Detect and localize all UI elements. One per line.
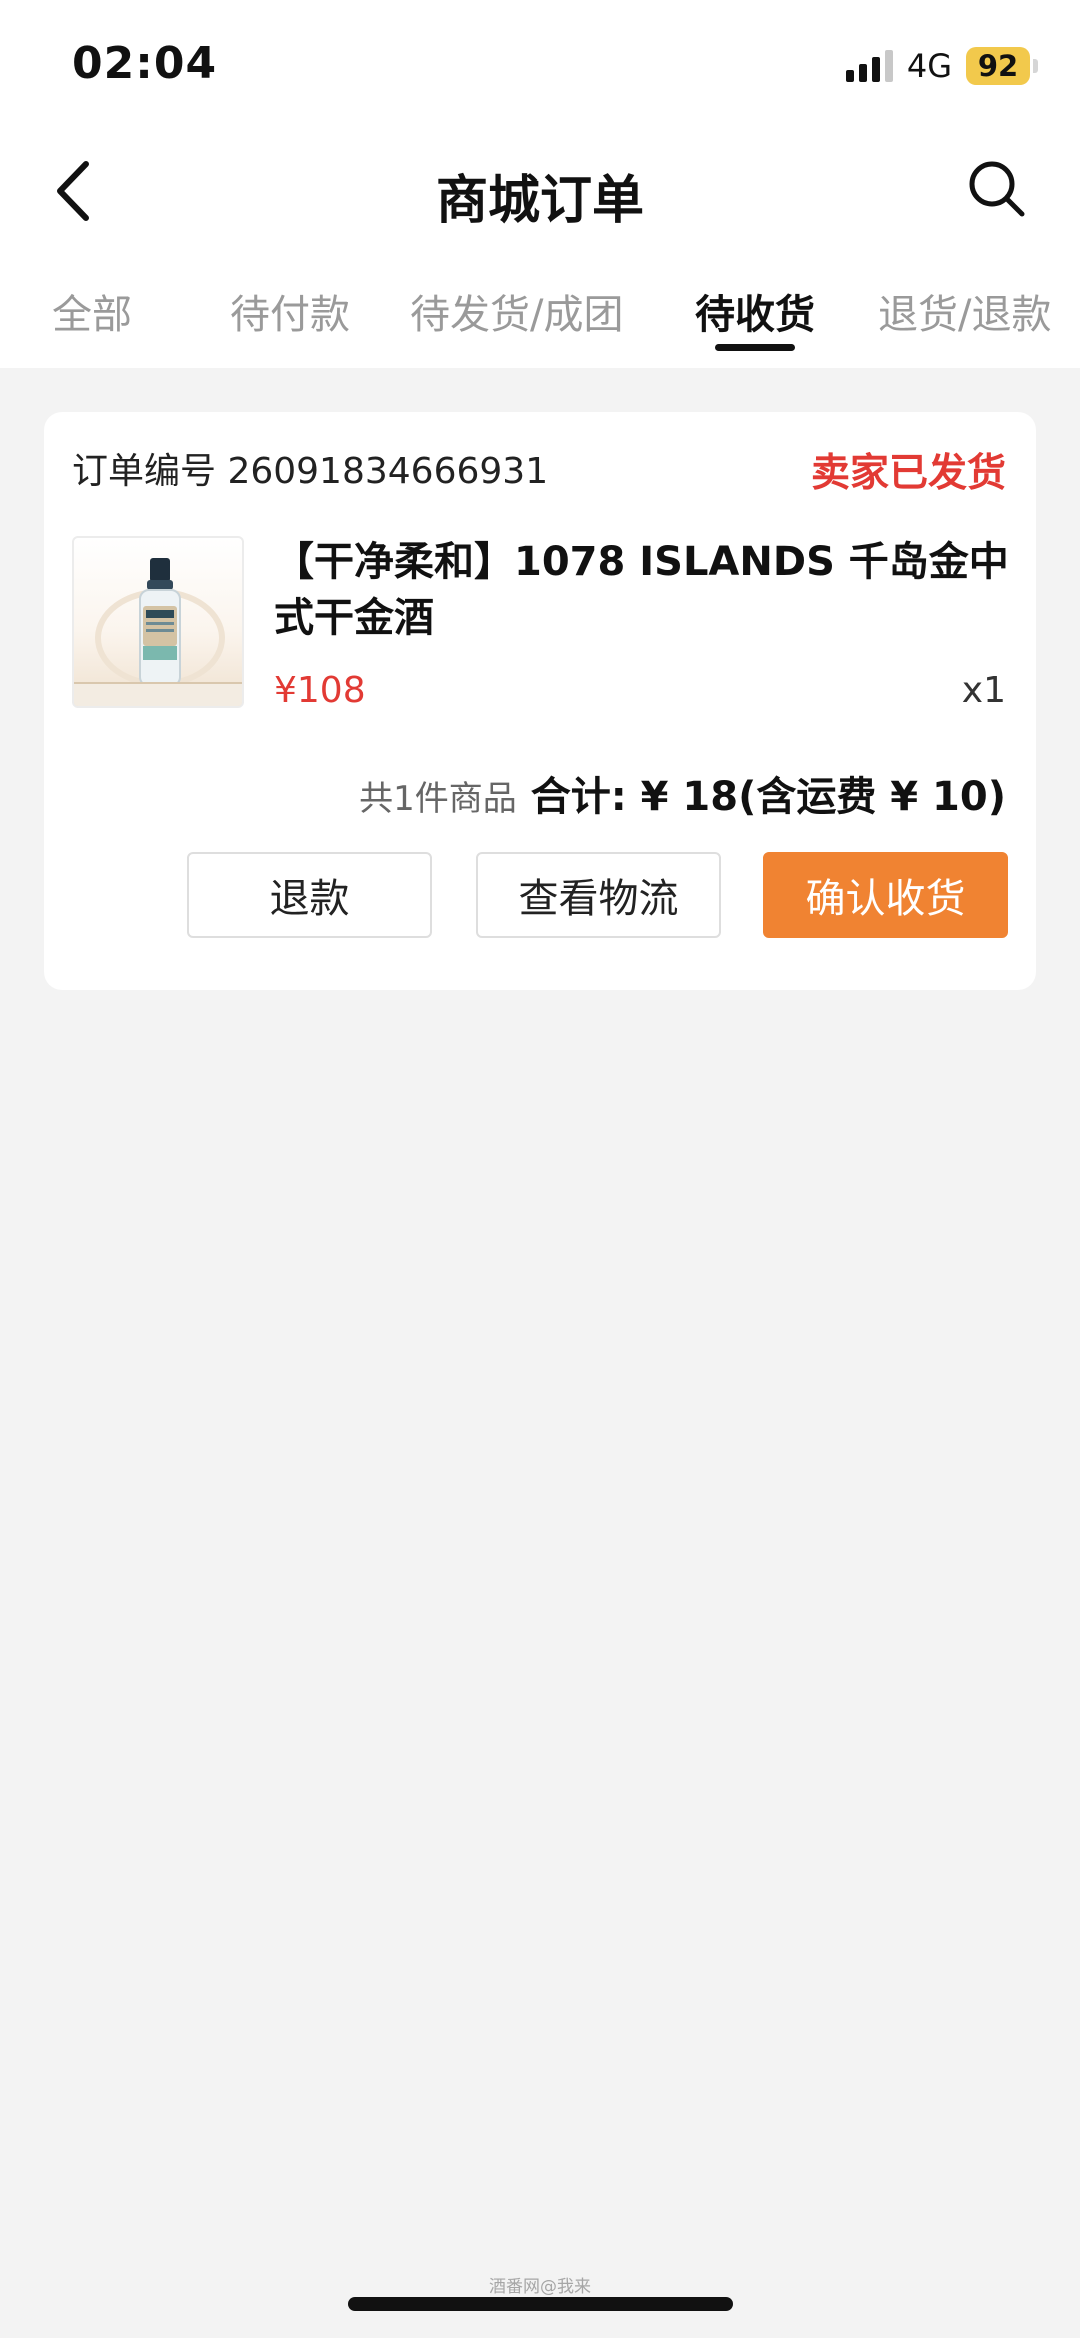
tab-pending-shipment[interactable]: 待发货/成团	[410, 282, 623, 340]
status-time: 02:04	[72, 38, 218, 89]
tab-all[interactable]: 全部	[52, 282, 132, 340]
order-card[interactable]: 订单编号 26091834666931 卖家已发货 【干净柔和】1078 ISL…	[44, 412, 1036, 990]
view-logistics-button[interactable]: 查看物流	[476, 852, 721, 938]
network-type: 4G	[906, 47, 952, 85]
tab-pending-receipt[interactable]: 待收货	[695, 282, 815, 340]
order-total: 合计: ¥ 18(含运费 ¥ 10)	[530, 774, 1006, 820]
product-image[interactable]	[72, 536, 244, 708]
battery-level: 92	[966, 47, 1030, 85]
active-tab-indicator	[715, 344, 795, 351]
search-button[interactable]	[966, 158, 1028, 220]
order-page: 02:04 4G 92 商城订单 全部 待付款 待发货/成团 待收货 退货/退款…	[0, 0, 1080, 2338]
watermark: 酒番网@我来	[489, 2277, 591, 2297]
home-indicator[interactable]	[348, 2297, 733, 2311]
order-tabs: 全部 待付款 待发货/成团 待收货 退货/退款	[0, 250, 1080, 368]
cellular-signal-icon	[845, 50, 893, 82]
order-status: 卖家已发货	[810, 451, 1006, 496]
product-quantity: x1	[961, 670, 1006, 711]
order-number: 订单编号 26091834666931	[72, 451, 549, 492]
search-icon	[969, 161, 1025, 217]
tab-returns-refunds[interactable]: 退货/退款	[878, 282, 1051, 340]
item-count: 共1件商品	[359, 779, 517, 819]
status-indicators: 4G 92	[845, 45, 1038, 87]
confirm-receipt-button[interactable]: 确认收货	[763, 852, 1008, 938]
refund-button[interactable]: 退款	[187, 852, 432, 938]
nav-bar: 商城订单	[0, 130, 1080, 250]
battery-icon: 92	[966, 47, 1038, 85]
product-price: ¥108	[274, 670, 366, 711]
tab-pending-payment[interactable]: 待付款	[230, 282, 350, 340]
product-name[interactable]: 【干净柔和】1078 ISLANDS 千岛金中式干金酒	[274, 534, 1014, 646]
order-summary: 共1件商品 合计: ¥ 18(含运费 ¥ 10)	[359, 764, 1006, 822]
page-title: 商城订单	[435, 171, 644, 231]
status-bar: 02:04 4G 92	[0, 0, 1080, 130]
